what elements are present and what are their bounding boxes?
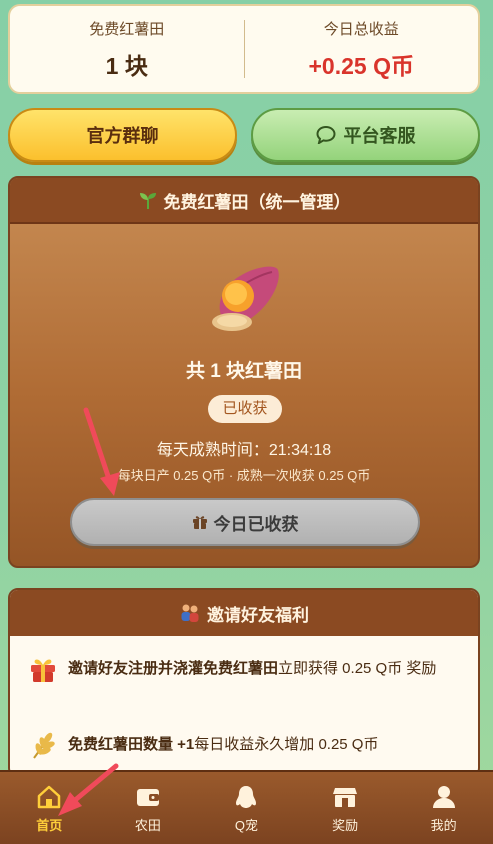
wheat-icon: [33, 732, 55, 759]
perk-item: 免费红薯田数量 +1每日收益永久增加 0.25 Q币: [28, 730, 468, 760]
status-badge: 已收获: [208, 395, 282, 423]
tab-home[interactable]: 首页: [0, 772, 99, 844]
invite-card: 邀请好友福利 邀请好友注册并浇灌免费红薯田立即获得 0.25 Q币 奖励 免费红…: [8, 588, 480, 778]
tab-rewards[interactable]: 奖励: [296, 772, 395, 844]
gift-icon: [31, 659, 55, 682]
tab-home-label: 首页: [36, 817, 63, 833]
penguin-icon: [236, 785, 257, 808]
field-count: 共 1 块红薯田: [185, 361, 303, 382]
perk-text: 免费红薯田数量 +1每日收益永久增加 0.25 Q币: [68, 730, 468, 760]
sprout-icon: [139, 193, 156, 209]
user-icon: [432, 785, 455, 808]
tab-qpet-label: Q宠: [234, 817, 259, 833]
ripen-time: 每天成熟时间：21:34:18: [156, 442, 332, 459]
free-field-value: 1 块: [105, 52, 148, 79]
free-field-label: 免费红薯田: [89, 20, 165, 38]
harvested-button[interactable]: 今日已收获: [70, 498, 420, 546]
field-card-header: 免费红薯田（统一管理）: [10, 178, 478, 224]
tab-farm-label: 农田: [134, 817, 161, 833]
friends-icon: [181, 604, 199, 622]
tab-mine[interactable]: 我的: [394, 772, 493, 844]
gift-small-icon: [192, 516, 207, 529]
chat-bubble-icon: [315, 126, 336, 144]
home-icon: [38, 785, 61, 808]
group-chat-label: 官方群聊: [86, 126, 159, 146]
tab-rewards-label: 奖励: [332, 817, 359, 833]
customer-service-button[interactable]: 平台客服: [251, 108, 480, 162]
perk-item: 邀请好友注册并浇灌免费红薯田立即获得 0.25 Q币 奖励: [28, 654, 468, 684]
shop-icon: [333, 787, 358, 807]
perk-rest-text: 立即获得 0.25 Q币 奖励: [278, 660, 437, 677]
free-field-card: 免费红薯田（统一管理） 共 1 块红薯田 已收获 每天成熟时间：21:34:18…: [8, 176, 480, 568]
group-chat-button[interactable]: 官方群聊: [8, 108, 237, 162]
action-buttons: 官方群聊 平台客服: [8, 108, 480, 162]
perk-text: 邀请好友注册并浇灌免费红薯田立即获得 0.25 Q币 奖励: [68, 654, 468, 684]
free-field-stat: 免费红薯田 1 块: [10, 18, 244, 81]
tab-farm[interactable]: 农田: [99, 772, 198, 844]
harvested-button-label: 今日已收获: [213, 514, 299, 534]
bottom-tabbar: 首页 农田 Q宠 奖励 我的: [0, 770, 493, 844]
field-card-title: 免费红薯田（统一管理）: [163, 192, 351, 212]
stats-panel: 免费红薯田 1 块 今日总收益 +0.25 Q币: [8, 4, 480, 94]
tab-mine-label: 我的: [430, 817, 457, 833]
invite-card-title: 邀请好友福利: [207, 605, 309, 625]
customer-service-label: 平台客服: [343, 126, 416, 146]
perk-rest-text: 每日收益永久增加 0.25 Q币: [194, 736, 379, 753]
invite-card-header: 邀请好友福利: [10, 590, 478, 636]
wallet-icon: [136, 788, 159, 806]
tab-qpet[interactable]: Q宠: [197, 772, 296, 844]
sweet-potato-icon: [212, 266, 279, 331]
yield-info: 每块日产 0.25 Q币 · 成熟一次收获 0.25 Q币: [117, 468, 371, 483]
perk-bold-text: 邀请好友注册并浇灌免费红薯田: [68, 660, 279, 677]
total-income-stat: 今日总收益 +0.25 Q币: [245, 18, 479, 81]
perk-bold-text: 免费红薯田数量 +1: [68, 736, 195, 753]
total-income-value: +0.25 Q币: [308, 52, 414, 79]
total-income-label: 今日总收益: [323, 20, 399, 38]
